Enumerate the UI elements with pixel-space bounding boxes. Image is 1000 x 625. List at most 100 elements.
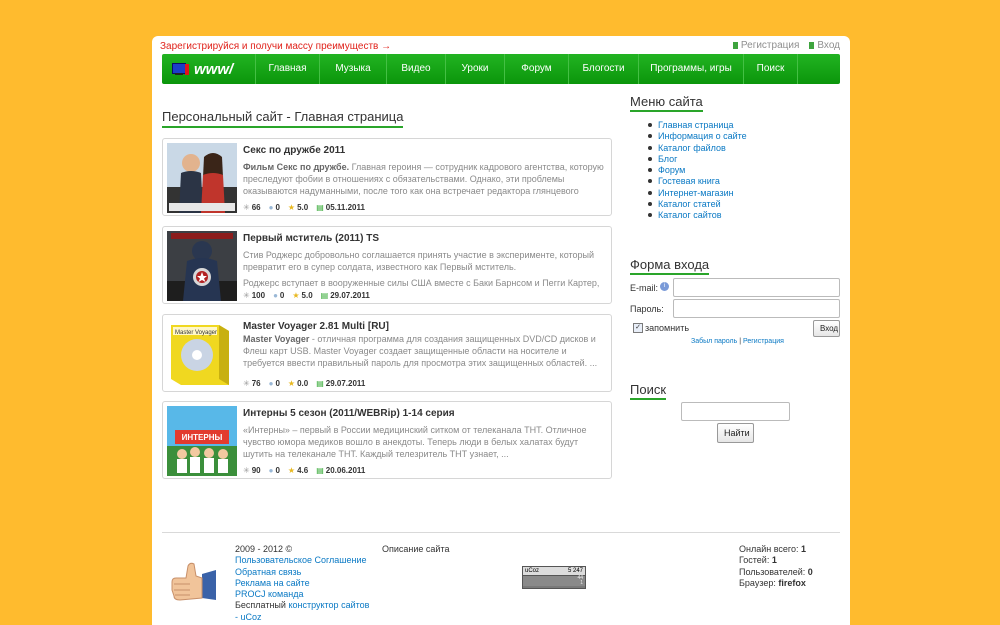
entry-meta: ✳ 100 ● 0 ★ 5.0 ▤ 29.07.2011 xyxy=(243,291,370,300)
info-icon: i xyxy=(660,282,669,291)
entry-text-continued: Роджерс вступает в вооруженные силы США … xyxy=(243,278,600,288)
site-menu-list: Главная страница Информация о сайте Ката… xyxy=(646,120,747,222)
counter-total: 5 247 xyxy=(567,568,583,574)
series-poster-label: ИНТЕРНЫ xyxy=(182,433,223,442)
builder-prefix: Бесплатный xyxy=(235,600,286,611)
remember-label: запомнить xyxy=(645,323,690,333)
stat-online-total: Онлайн всего: 1 xyxy=(739,544,807,554)
site-builder-link[interactable]: конструктор сайтов xyxy=(288,600,369,610)
password-label: Пароль: xyxy=(630,304,664,314)
comments-icon: ● xyxy=(268,379,274,388)
rating-star-icon: ★ xyxy=(287,379,296,388)
calendar-icon: ▤ xyxy=(316,466,324,475)
views-icon: ✳ xyxy=(243,466,250,475)
login-form-title: Форма входа xyxy=(630,257,710,275)
counter-brand: uCoz xyxy=(525,568,540,574)
entry-text: Master Voyager - отличная программа для … xyxy=(243,334,598,368)
visitor-counter[interactable]: uCoz 5 247 44 1 xyxy=(522,566,586,589)
site-menu-item[interactable]: Гостевая книга xyxy=(646,176,747,187)
entry-meta: ✳ 76 ● 0 ★ 0.0 ▤ 29.07.2011 xyxy=(243,379,366,388)
login-submit-button[interactable]: Вход xyxy=(813,320,840,337)
copyright-text: 2009 - 2012 © xyxy=(235,544,293,554)
nav-item-search[interactable]: Поиск xyxy=(744,54,798,84)
site-menu-item[interactable]: Форум xyxy=(646,165,747,176)
entry-title[interactable]: Секс по дружбе 2011 xyxy=(243,145,345,156)
user-agreement-link[interactable]: Пользовательское Соглашение xyxy=(235,555,367,565)
entry-card: Master Voyager Master Voyager 2.81 Multi… xyxy=(162,314,612,392)
feedback-link[interactable]: Обратная связь xyxy=(235,567,301,577)
movie-poster-image[interactable] xyxy=(167,231,237,301)
register-form-link[interactable]: Регистрация xyxy=(743,338,784,345)
site-menu-item[interactable]: Каталог файлов xyxy=(646,143,747,154)
nav-item-home[interactable]: Главная xyxy=(256,54,320,84)
site-menu-item[interactable]: Информация о сайте xyxy=(646,131,747,142)
stat-guests: Гостей: 1 xyxy=(739,555,777,566)
thumbs-up-icon xyxy=(166,560,218,606)
site-menu-item[interactable]: Каталог сайтов xyxy=(646,210,747,221)
nav-item-music[interactable]: Музыка xyxy=(320,54,387,84)
online-stats: Онлайн всего: 1 Гостей: 1 Пользователей:… xyxy=(739,544,813,589)
views-icon: ✳ xyxy=(243,203,250,212)
link-separator: | xyxy=(739,338,742,345)
calendar-icon: ▤ xyxy=(320,291,329,300)
rating-star-icon: ★ xyxy=(287,466,296,475)
entry-meta: ✳ 66 ● 0 ★ 5.0 ▤ 05.11.2011 xyxy=(243,203,365,212)
login-links: Забыл пароль | Регистрация xyxy=(691,338,784,345)
software-box-image[interactable]: Master Voyager xyxy=(167,319,237,389)
stat-users: Пользователей: 0 xyxy=(739,566,813,577)
login-link[interactable]: Вход xyxy=(809,40,840,51)
ucoz-link[interactable]: - uCoz xyxy=(235,612,262,622)
footer-links: 2009 - 2012 © Пользовательское Соглашени… xyxy=(235,544,369,623)
nav-item-lessons[interactable]: Уроки xyxy=(446,54,505,84)
site-menu-item[interactable]: Интернет-магазин xyxy=(646,188,747,199)
search-input[interactable] xyxy=(681,402,790,421)
password-input[interactable] xyxy=(673,299,840,318)
site-menu-title: Меню сайта xyxy=(630,94,703,112)
login-label: Вход xyxy=(817,40,840,51)
entry-card: ИНТЕРНЫ Интерны 5 сезон (2011/WEBRip) 1-… xyxy=(162,401,612,479)
register-promo-link[interactable]: Зарегистрируйся и получи массу преимущес… xyxy=(160,41,391,52)
site-menu-item[interactable]: Каталог статей xyxy=(646,199,747,210)
site-menu-item[interactable]: Главная страница xyxy=(646,120,747,131)
entry-title[interactable]: Первый мститель (2011) TS xyxy=(243,233,379,244)
stat-browser: Браузер: firefox xyxy=(739,577,806,588)
nav-item-forum[interactable]: Форум xyxy=(505,54,569,84)
main-navigation: www/ Главная Музыка Видео Уроки Форум Бл… xyxy=(162,54,840,84)
auth-links: Регистрация Вход xyxy=(732,40,840,51)
entry-text: Стив Роджерс добровольно соглашается при… xyxy=(243,250,595,272)
email-label: E-mail: xyxy=(630,283,659,293)
site-logo[interactable]: www/ xyxy=(162,54,256,84)
email-input[interactable] xyxy=(673,278,840,297)
register-icon xyxy=(732,42,738,49)
calendar-icon: ▤ xyxy=(316,379,324,388)
movie-poster-image[interactable] xyxy=(167,143,237,213)
register-link[interactable]: Регистрация xyxy=(732,40,800,51)
logo-text: www/ xyxy=(194,60,234,78)
search-button[interactable]: Найти xyxy=(717,423,754,443)
views-icon: ✳ xyxy=(243,291,250,300)
entry-meta: ✳ 90 ● 0 ★ 4.6 ▤ 20.06.2011 xyxy=(243,466,366,475)
entry-title[interactable]: Master Voyager 2.81 Multi [RU] xyxy=(243,321,389,332)
calendar-icon: ▤ xyxy=(316,203,324,212)
forgot-password-link[interactable]: Забыл пароль xyxy=(691,338,737,345)
search-title: Поиск xyxy=(630,382,667,400)
register-label: Регистрация xyxy=(740,40,800,51)
series-poster-image[interactable]: ИНТЕРНЫ xyxy=(167,406,237,476)
site-menu-item[interactable]: Блог xyxy=(646,154,747,165)
remember-checkbox[interactable]: ✓ xyxy=(633,323,643,333)
nav-item-blogs[interactable]: Блогости xyxy=(569,54,639,84)
counter-hosts: 1 xyxy=(580,580,583,586)
rating-star-icon: ★ xyxy=(292,291,300,300)
software-box-label: Master Voyager xyxy=(175,330,217,336)
advertising-link[interactable]: Реклама на сайте xyxy=(235,578,310,588)
rating-star-icon: ★ xyxy=(287,203,296,212)
team-link[interactable]: PROCJ команда xyxy=(235,589,303,599)
nav-item-video[interactable]: Видео xyxy=(387,54,446,84)
login-icon xyxy=(809,42,815,49)
computer-icon xyxy=(172,62,189,76)
nav-item-programs[interactable]: Программы, игры xyxy=(639,54,744,84)
entry-text: «Интерны» – первый в России медицинский … xyxy=(243,425,587,459)
entry-title[interactable]: Интерны 5 сезон (2011/WEBRip) 1-14 серия xyxy=(243,408,455,419)
comments-icon: ● xyxy=(268,203,274,212)
comments-icon: ● xyxy=(268,466,274,475)
